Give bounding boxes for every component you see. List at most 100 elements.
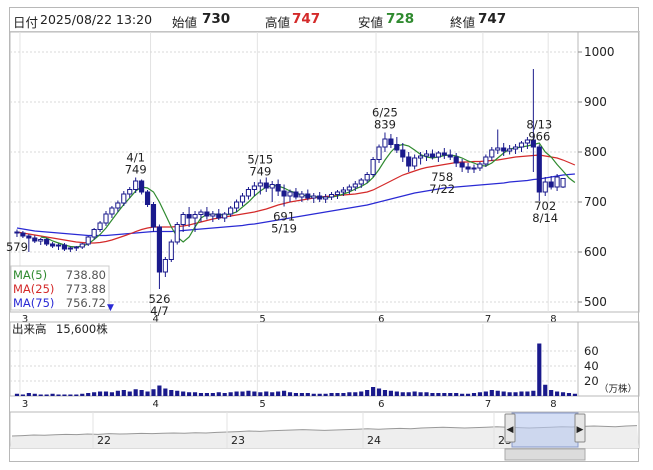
candle-body <box>317 195 323 200</box>
chart-canvas[interactable]: 33445566778810009008007006005005794/1749… <box>0 0 653 470</box>
volume-bar <box>181 391 186 396</box>
volume-bar <box>495 390 500 396</box>
candle-body <box>251 185 257 190</box>
volume-month-tick-label: 6 <box>378 399 384 410</box>
candle-body <box>14 231 20 234</box>
candle-body <box>121 193 127 204</box>
volume-bar <box>376 388 382 396</box>
volume-bar <box>489 390 494 396</box>
volume-bar <box>371 387 376 396</box>
volume-bar <box>246 390 251 396</box>
volume-bar <box>388 390 393 396</box>
candle-body <box>477 163 483 169</box>
volume-tick-label: 20 <box>584 374 599 388</box>
volume-bar <box>501 391 506 396</box>
volume-bar <box>115 390 120 396</box>
candle-body <box>358 179 364 185</box>
volume-bar <box>543 384 548 396</box>
volume-bar <box>20 394 25 396</box>
navigator-selection[interactable] <box>511 412 579 448</box>
candle-body <box>239 195 246 203</box>
legend-toggle-icon[interactable]: ▼ <box>107 303 114 313</box>
candle-body <box>560 178 566 188</box>
volume-month-tick-label: 5 <box>259 399 265 410</box>
volume-bar <box>133 389 138 396</box>
volume-bar <box>418 392 423 396</box>
volume-bar <box>187 392 192 396</box>
candle-body <box>305 193 311 199</box>
annotation-label: 8/14 <box>532 211 558 225</box>
volume-bar <box>454 393 459 396</box>
candle-body <box>328 194 335 198</box>
candle-body <box>150 204 157 228</box>
volume-tick-label: 60 <box>584 344 599 358</box>
candle-body <box>471 167 477 170</box>
volume-bar <box>465 393 471 396</box>
navigator-right-handle-icon: ▶ <box>577 425 584 435</box>
volume-bar <box>412 391 417 396</box>
candle-body <box>198 211 204 215</box>
candle-body <box>162 259 168 273</box>
volume-bar <box>572 393 577 396</box>
candle-body <box>180 214 186 225</box>
volume-bar <box>32 393 37 396</box>
candle-body <box>418 155 424 159</box>
volume-bar <box>566 393 572 396</box>
volume-bar <box>80 393 85 396</box>
price-tick-label: 1000 <box>584 45 615 59</box>
candle-body <box>281 190 287 197</box>
navigator-date-label: 24 <box>367 434 381 447</box>
candle-body <box>400 149 406 158</box>
candle-body <box>435 152 441 158</box>
navigator-scrollbar-thumb[interactable] <box>504 448 586 461</box>
volume-bar <box>549 390 554 396</box>
volume-bar <box>287 392 293 396</box>
volume-bar <box>276 391 281 396</box>
candle-body <box>20 232 26 237</box>
volume-bar <box>127 391 132 396</box>
candle-body <box>483 156 489 165</box>
volume-bar <box>400 392 405 396</box>
candle-body <box>139 180 145 193</box>
volume-bar <box>50 393 55 396</box>
candle-body <box>127 189 133 195</box>
volume-bar <box>460 393 465 396</box>
candle-body <box>340 189 346 193</box>
candle-body <box>156 226 162 273</box>
volume-bar <box>86 393 91 396</box>
candle-body <box>299 193 305 198</box>
volume-bar <box>299 393 304 396</box>
volume-bar <box>507 392 512 396</box>
candle-body <box>423 153 430 157</box>
volume-month-tick-label: 4 <box>153 399 159 410</box>
price-tick-label: 600 <box>584 245 607 259</box>
candle-body <box>412 157 418 167</box>
candle-body <box>507 148 513 152</box>
volume-bar <box>157 385 162 396</box>
candle-body <box>61 244 68 250</box>
volume-value: 15,600株 <box>56 322 108 336</box>
candle-body <box>465 166 471 170</box>
volume-bar <box>341 393 346 396</box>
candle-body <box>210 213 216 217</box>
candle-body <box>245 189 252 197</box>
candle-body <box>554 176 560 188</box>
candle-body <box>370 159 376 175</box>
candle-body <box>174 224 180 243</box>
volume-bar <box>365 390 370 396</box>
volume-bar <box>14 393 20 396</box>
price-tick-label: 900 <box>584 95 607 109</box>
volume-tick-label: 40 <box>584 359 599 373</box>
volume-month-tick-label: 8 <box>550 399 556 410</box>
volume-bar <box>323 393 328 396</box>
volume-bar <box>175 390 180 396</box>
candle-body <box>501 147 507 152</box>
volume-bar <box>555 391 560 396</box>
candle-body <box>406 156 412 167</box>
volume-bar <box>305 393 310 396</box>
candle-body <box>234 201 240 209</box>
candle-body <box>447 154 453 158</box>
volume-bar <box>531 390 536 396</box>
candle-body <box>32 237 38 242</box>
volume-bar <box>537 343 542 396</box>
